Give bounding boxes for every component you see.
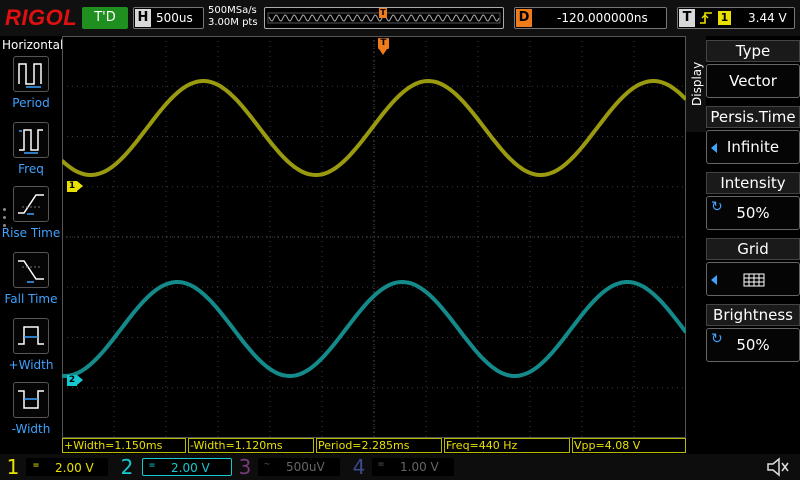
measurement-period[interactable]: Period=2.285ms: [316, 438, 442, 453]
measurement-frequency[interactable]: Freq=440 Hz: [444, 438, 570, 453]
grid-box: [706, 262, 800, 296]
grid-label: Grid: [706, 238, 800, 260]
measure-negative-width-button[interactable]: -Width: [0, 382, 62, 444]
display-menu-tab[interactable]: Display: [686, 36, 706, 132]
brightness-label: Brightness: [706, 304, 800, 326]
channel-1-number: 1: [6, 455, 20, 479]
full-grid-icon: [743, 273, 765, 287]
measurement-vpp[interactable]: Vpp=4.08 V: [572, 438, 686, 453]
measure-rise-time-label: Rise Time: [1, 226, 61, 240]
display-menu-tab-label: Display: [690, 61, 704, 106]
intensity-box: ↻ 50%: [706, 196, 800, 230]
channel-3-status[interactable]: 3 ~ 500uV: [236, 456, 348, 478]
freq-icon: [13, 122, 49, 158]
negative-width-icon: [13, 382, 49, 418]
brightness-box: ↻ 50%: [706, 328, 800, 362]
menu-page-indicator: [3, 208, 7, 232]
brightness-softkey[interactable]: Brightness ↻ 50%: [706, 304, 800, 364]
display-type-label: Type: [706, 40, 800, 62]
measure-fall-time-button[interactable]: Fall Time: [0, 252, 62, 314]
rise-time-icon: [13, 186, 49, 222]
speaker-mute-icon[interactable]: [766, 457, 790, 477]
persistence-time-softkey[interactable]: Persis.Time Infinite: [706, 106, 800, 166]
menu-arrow-left-icon: [711, 143, 717, 153]
persistence-time-value: Infinite: [726, 138, 780, 156]
horizontal-delay-display[interactable]: D -120.000000ns: [514, 7, 667, 29]
measure-period-button[interactable]: Period: [0, 56, 62, 118]
ch1-ground-marker[interactable]: 1: [67, 181, 83, 192]
channel-1-status[interactable]: 1 = 2.00 V: [4, 456, 112, 478]
menu-arrow-left-icon: [711, 275, 717, 285]
trigger-source-badge: 1: [718, 11, 731, 25]
rising-edge-icon: [700, 12, 712, 24]
fall-time-icon: [13, 252, 49, 288]
display-type-softkey[interactable]: Type Vector: [706, 40, 800, 100]
dc-coupling-icon: =: [149, 460, 156, 471]
measurement-negative-width[interactable]: -Width=1.120ms: [188, 438, 314, 453]
grid-softkey[interactable]: Grid: [706, 238, 800, 298]
multifunction-knob-icon: ↻: [711, 331, 723, 347]
channel-3-tab: ~ 500uV: [258, 458, 340, 476]
delay-key: D: [516, 9, 532, 27]
memory-trigger-marker: T: [379, 8, 387, 18]
trigger-key: T: [679, 9, 695, 27]
trigger-level: 3.44 V: [748, 11, 787, 25]
display-type-value: Vector: [706, 64, 800, 98]
intensity-label: Intensity: [706, 172, 800, 194]
sample-rate: 500MSa/s: [208, 5, 257, 16]
channel-4-status[interactable]: 4 = 1.00 V: [350, 456, 462, 478]
ch2-ground-marker[interactable]: 2: [67, 375, 83, 386]
dc-coupling-icon: =: [33, 460, 40, 471]
channel-2-number: 2: [120, 455, 134, 479]
dc-coupling-icon: =: [378, 459, 385, 470]
channel-2-status[interactable]: 2 = 2.00 V: [116, 456, 234, 478]
measure-rise-time-button[interactable]: Rise Time: [0, 186, 62, 248]
timebase-value: 500us: [156, 11, 193, 25]
horizontal-measure-menu: Horizontal Period Freq Rise Time Fall Ti…: [0, 36, 64, 454]
channel-3-number: 3: [238, 455, 252, 479]
measure-freq-label: Freq: [18, 162, 44, 176]
brightness-value: 50%: [736, 336, 770, 354]
memory-overview-bar: T: [264, 7, 504, 29]
trigger-display[interactable]: T 1 3.44 V: [677, 7, 795, 29]
channel-4-number: 4: [352, 455, 366, 479]
period-icon: [13, 56, 49, 92]
channel-1-tab: = 2.00 V: [26, 458, 108, 476]
persistence-time-label: Persis.Time: [706, 106, 800, 128]
trigger-position-marker[interactable]: T: [378, 38, 389, 56]
menu-title: Horizontal: [2, 38, 64, 52]
channel-2-scale: 2.00 V: [171, 461, 210, 475]
measure-positive-width-label: +Width: [8, 358, 54, 372]
measurement-bar: +Width=1.150ms -Width=1.120ms Period=2.2…: [62, 438, 686, 454]
channel-3-scale: 500uV: [286, 460, 325, 474]
sample-info: 500MSa/s 3.00M pts: [208, 5, 258, 29]
display-menu: Display Type Vector Persis.Time Infinite…: [686, 36, 800, 454]
channel-2-tab: = 2.00 V: [142, 458, 232, 476]
channel-1-scale: 2.00 V: [55, 461, 94, 475]
multifunction-knob-icon: ↻: [711, 199, 723, 215]
channel-4-scale: 1.00 V: [400, 460, 439, 474]
trigger-marker-label: T: [378, 38, 389, 49]
delay-value: -120.000000ns: [557, 11, 648, 25]
ac-coupling-icon: ~: [264, 459, 271, 470]
measure-positive-width-button[interactable]: +Width: [0, 318, 62, 380]
intensity-value: 50%: [736, 204, 770, 222]
measure-freq-button[interactable]: Freq: [0, 122, 62, 184]
measure-period-label: Period: [12, 96, 50, 110]
positive-width-icon: [13, 318, 49, 354]
channel-status-bar: 1 = 2.00 V 2 = 2.00 V 3 ~ 500uV 4 = 1.00…: [0, 454, 800, 480]
intensity-softkey[interactable]: Intensity ↻ 50%: [706, 172, 800, 232]
channel-4-tab: = 1.00 V: [372, 458, 454, 476]
timebase-display[interactable]: H 500us: [133, 7, 204, 29]
measure-negative-width-label: -Width: [11, 422, 51, 436]
run-state-indicator[interactable]: T'D: [82, 7, 128, 29]
persistence-time-box: Infinite: [706, 130, 800, 164]
status-bar: RIGOL T'D H 500us 500MSa/s 3.00M pts T D…: [0, 0, 800, 36]
timebase-key: H: [135, 9, 151, 27]
measure-fall-time-label: Fall Time: [4, 292, 58, 306]
measurement-positive-width[interactable]: +Width=1.150ms: [62, 438, 186, 453]
waveform-display[interactable]: [62, 36, 686, 438]
memory-depth: 3.00M pts: [208, 17, 258, 28]
brand-logo: RIGOL: [5, 5, 78, 30]
